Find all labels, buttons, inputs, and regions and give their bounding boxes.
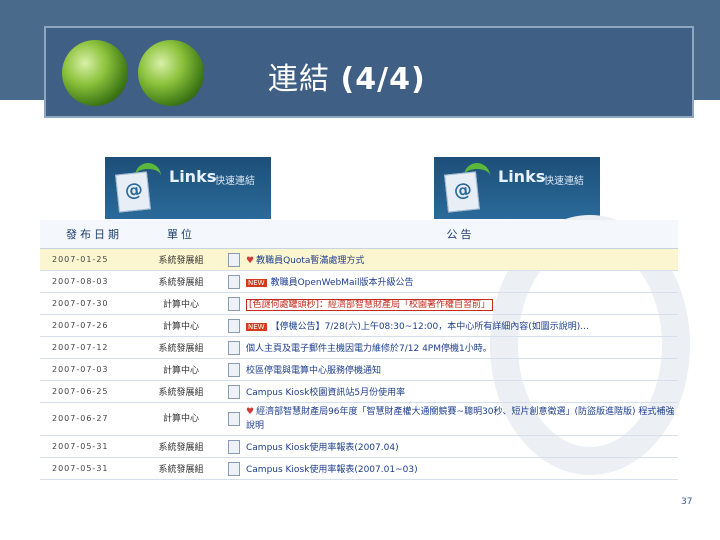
row-date: 2007-06-27	[40, 402, 137, 436]
document-icon	[228, 384, 240, 399]
table-row[interactable]: 2007-05-31 系統發展組 Campus Kiosk使用率報表(2007.01…	[40, 457, 678, 480]
row-date: 2007-08-03	[40, 270, 137, 293]
announcement-link[interactable]: 個人主頁及電子郵件主機因電力維修於7/12 4PM停機1小時。	[243, 336, 678, 359]
announcement-title: 【停機公告】7/28(六)上午08:30~12:00，本中心所有詳細內容(如圖示…	[270, 322, 589, 332]
document-icon	[228, 318, 240, 333]
announcement-title: Campus Kiosk使用率報表(2007.04)	[246, 443, 399, 453]
row-unit: 系統發展組	[137, 248, 225, 271]
announcement-link[interactable]: Campus Kiosk使用率報表(2007.01~03)	[243, 457, 678, 480]
document-icon	[228, 461, 240, 476]
row-date: 2007-06-25	[40, 380, 137, 403]
table-row[interactable]: 2007-06-27 計算中心 ♥ 經濟部智慧財產局96年度「智慧財產權大通關競賽~聰…	[40, 402, 678, 436]
announcement-link[interactable]: NEW 教職員OpenWebMail版本升級公告	[243, 270, 678, 293]
row-icon-cell	[225, 435, 243, 458]
announcement-link[interactable]: NEW 【停機公告】7/28(六)上午08:30~12:00，本中心所有詳細內容(…	[243, 314, 678, 337]
row-unit: 計算中心	[137, 358, 225, 381]
row-date: 2007-07-26	[40, 314, 137, 337]
new-badge-icon: NEW	[246, 322, 267, 331]
document-icon	[228, 274, 240, 289]
document-icon	[228, 439, 240, 454]
green-orb-icon	[62, 40, 128, 106]
row-unit: 系統發展組	[137, 380, 225, 403]
row-date: 2007-01-25	[40, 248, 137, 271]
row-unit: 系統發展組	[137, 457, 225, 480]
row-unit: 系統發展組	[137, 336, 225, 359]
table-header-row: 發布日期 單位 公告	[40, 220, 678, 249]
slide-title-text: 連結	[268, 62, 330, 97]
row-date: 2007-07-03	[40, 358, 137, 381]
new-badge-icon: NEW	[246, 278, 267, 287]
row-icon-cell	[225, 270, 243, 293]
slide-title: 連結 (4/4)	[268, 54, 426, 98]
announcement-title: 教職員OpenWebMail版本升級公告	[270, 278, 414, 288]
row-icon-cell	[225, 402, 243, 436]
links-banner[interactable]: @ Links 快速連結	[434, 157, 600, 219]
table-row[interactable]: 2007-07-26 計算中心 NEW 【停機公告】7/28(六)上午08:30~12…	[40, 314, 678, 337]
table-row[interactable]: 2007-07-30 計算中心 [色謎何處罐頭秒]：經濟部智慧財產局「校園著作權自習…	[40, 292, 678, 315]
announcement-title: Campus Kiosk校園資訊站5月份使用率	[246, 388, 406, 398]
links-banner[interactable]: @ Links 快速連結	[105, 157, 271, 219]
row-icon-cell	[225, 358, 243, 381]
slide-title-suffix: (4/4)	[340, 62, 426, 97]
col-date-header: 發布日期	[40, 220, 137, 249]
links-sub-text: 快速連結	[544, 176, 584, 187]
announcement-table: 發布日期 單位 公告 2007-01-25 系統發展組 ♥ 教職員Quota暫滿處理方…	[40, 220, 678, 480]
heart-icon: ♥	[246, 407, 255, 417]
row-unit: 計算中心	[137, 314, 225, 337]
col-unit-header: 單位	[137, 220, 225, 249]
links-logo-text: Links	[498, 167, 546, 186]
row-icon-cell	[225, 314, 243, 337]
row-icon-cell	[225, 292, 243, 315]
document-icon	[228, 411, 240, 426]
at-sign-icon: @	[115, 171, 151, 213]
row-unit: 計算中心	[137, 402, 225, 436]
row-unit: 系統發展組	[137, 270, 225, 293]
announcement-link[interactable]: ♥ 經濟部智慧財產局96年度「智慧財產權大通關競賽~聰明30秒、短片創意徵選」(防…	[243, 402, 678, 436]
announcement-link[interactable]: Campus Kiosk校園資訊站5月份使用率	[243, 380, 678, 403]
document-icon	[228, 340, 240, 355]
table-row[interactable]: 2007-06-25 系統發展組 Campus Kiosk校園資訊站5月份使用率	[40, 380, 678, 403]
table-row[interactable]: 2007-07-03 計算中心 校區停電與電算中心服務停機通知	[40, 358, 678, 381]
document-icon	[228, 252, 240, 267]
row-unit: 系統發展組	[137, 435, 225, 458]
document-icon	[228, 362, 240, 377]
row-icon-cell	[225, 336, 243, 359]
announcement-title: Campus Kiosk使用率報表(2007.01~03)	[246, 465, 418, 475]
row-date: 2007-05-31	[40, 435, 137, 458]
announcement-title: 經濟部智慧財產局96年度「智慧財產權大通關競賽~聰明30秒、短片創意徵選」(防盜…	[246, 407, 675, 431]
table-row[interactable]: 2007-01-25 系統發展組 ♥ 教職員Quota暫滿處理方式	[40, 248, 678, 271]
row-date: 2007-05-31	[40, 457, 137, 480]
row-date: 2007-07-30	[40, 292, 137, 315]
row-icon-cell	[225, 457, 243, 480]
row-icon-cell	[225, 248, 243, 271]
table-row[interactable]: 2007-07-12 系統發展組 個人主頁及電子郵件主機因電力維修於7/12 4PM…	[40, 336, 678, 359]
announcement-title: [色謎何處罐頭秒]：經濟部智慧財產局「校園著作權自習前」	[246, 299, 494, 311]
page-number: 37	[681, 497, 693, 507]
links-sub-text: 快速連結	[215, 176, 255, 187]
announcement-title: 教職員Quota暫滿處理方式	[256, 256, 365, 266]
table-row[interactable]: 2007-08-03 系統發展組 NEW 教職員OpenWebMail版本升級公告	[40, 270, 678, 293]
announcement-title: 個人主頁及電子郵件主機因電力維修於7/12 4PM停機1小時。	[246, 344, 492, 354]
row-date: 2007-07-12	[40, 336, 137, 359]
row-icon-cell	[225, 380, 243, 403]
col-icon-header	[225, 220, 243, 249]
green-orb-icon	[138, 40, 204, 106]
document-icon	[228, 296, 240, 311]
announcement-link[interactable]: 校區停電與電算中心服務停機通知	[243, 358, 678, 381]
announcement-link[interactable]: [色謎何處罐頭秒]：經濟部智慧財產局「校園著作權自習前」	[243, 292, 678, 315]
col-title-header: 公告	[243, 220, 678, 249]
heart-icon: ♥	[246, 256, 255, 266]
row-unit: 計算中心	[137, 292, 225, 315]
links-logo-text: Links	[169, 167, 217, 186]
title-box: 連結 (4/4)	[44, 26, 694, 118]
announcement-link[interactable]: Campus Kiosk使用率報表(2007.04)	[243, 435, 678, 458]
table-row[interactable]: 2007-05-31 系統發展組 Campus Kiosk使用率報表(2007.04…	[40, 435, 678, 458]
at-sign-icon: @	[444, 171, 480, 213]
announcement-title: 校區停電與電算中心服務停機通知	[246, 366, 382, 376]
announcement-link[interactable]: ♥ 教職員Quota暫滿處理方式	[243, 248, 678, 271]
